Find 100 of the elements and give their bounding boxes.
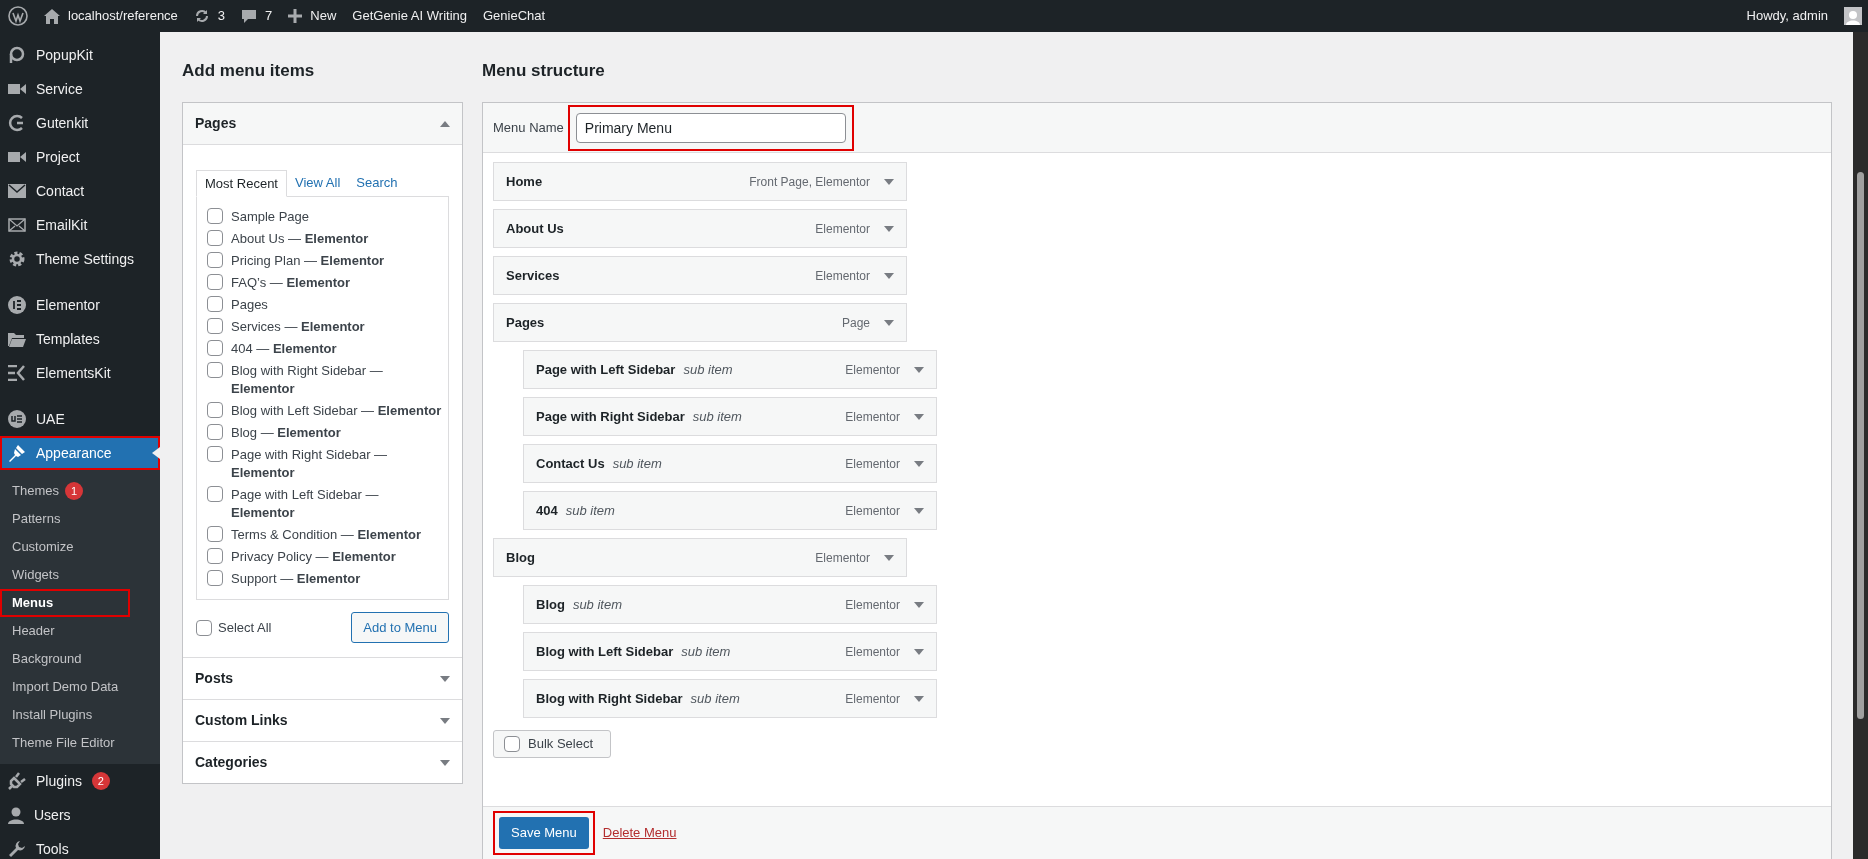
menu-item-title: Pages <box>506 313 545 332</box>
menu-item-bar[interactable]: Pages Page <box>493 303 907 342</box>
comments-count[interactable]: 7 <box>265 6 273 26</box>
site-link[interactable]: localhost/reference <box>68 6 178 26</box>
add-to-menu-button[interactable]: Add to Menu <box>351 612 449 643</box>
submenu-item[interactable]: Customize <box>0 533 130 561</box>
caret-icon[interactable] <box>884 225 894 232</box>
caret-icon[interactable] <box>914 366 924 373</box>
wordpress-logo-icon[interactable] <box>8 6 28 26</box>
submenu-item[interactable]: Themes 1 <box>0 477 130 505</box>
caret-icon[interactable] <box>440 675 450 682</box>
submenu-item[interactable]: Menus <box>0 589 130 617</box>
menu-item-bar[interactable]: Contact Us sub item Elementor <box>523 444 937 483</box>
menu-item-bar[interactable]: Blog with Right Sidebar sub item Elementor <box>523 679 937 718</box>
checkbox[interactable] <box>207 208 223 224</box>
sidebar-item[interactable]: Gutenkit <box>0 106 160 140</box>
tab[interactable]: Most Recent <box>196 170 287 197</box>
checkbox[interactable] <box>207 340 223 356</box>
menu-item-bar[interactable]: Blog sub item Elementor <box>523 585 937 624</box>
envelope-icon <box>8 184 26 198</box>
checkbox[interactable] <box>207 446 223 462</box>
accordion-header[interactable]: Pages <box>183 103 462 145</box>
sidebar-item[interactable]: Plugins 2 <box>0 764 160 798</box>
menu-item-type: Elementor <box>845 408 900 426</box>
caret-icon[interactable] <box>914 648 924 655</box>
sidebar-item[interactable]: EmailKit <box>0 208 160 242</box>
menu-item-bar[interactable]: Blog Elementor <box>493 538 907 577</box>
caret-icon[interactable] <box>884 178 894 185</box>
caret-icon[interactable] <box>440 120 450 127</box>
submenu-item[interactable]: Header <box>0 617 130 645</box>
checkbox[interactable] <box>207 570 223 586</box>
checkbox[interactable] <box>207 526 223 542</box>
sidebar-item[interactable]: ElementsKit <box>0 356 160 390</box>
menu-item-bar[interactable]: Services Elementor <box>493 256 907 295</box>
sidebar-item[interactable]: Theme Settings <box>0 242 160 276</box>
page-option-label: Pages <box>231 296 269 314</box>
checkbox[interactable] <box>207 548 223 564</box>
submenu-item[interactable]: Widgets <box>0 561 130 589</box>
caret-icon[interactable] <box>440 759 450 766</box>
caret-icon[interactable] <box>884 319 894 326</box>
menu-item-title: Blog <box>536 595 565 614</box>
bulk-select-control[interactable]: Bulk Select <box>493 730 611 758</box>
toolbar-link[interactable]: GetGenie AI Writing <box>352 6 467 26</box>
checkbox[interactable] <box>207 402 223 418</box>
menu-item-bar[interactable]: Blog with Left Sidebar sub item Elementor <box>523 632 937 671</box>
page-option-label: Page with Left Sidebar — Elementor <box>231 486 380 522</box>
save-menu-button[interactable]: Save Menu <box>499 817 589 849</box>
caret-icon[interactable] <box>914 601 924 608</box>
submenu-item[interactable]: Background <box>0 645 130 673</box>
caret-icon[interactable] <box>440 717 450 724</box>
updates-count[interactable]: 3 <box>217 6 226 26</box>
greeting-link[interactable]: Howdy, admin <box>1746 6 1828 26</box>
caret-icon[interactable] <box>914 507 924 514</box>
new-link[interactable]: New <box>310 6 337 26</box>
checkbox[interactable] <box>207 362 223 378</box>
submenu-item[interactable]: Import Demo Data <box>0 673 130 701</box>
tab[interactable]: View All <box>287 169 349 196</box>
sidebar-item[interactable]: Service <box>0 72 160 106</box>
checkbox[interactable] <box>504 736 520 752</box>
caret-icon[interactable] <box>884 554 894 561</box>
sidebar-item[interactable]: UAE <box>0 402 160 436</box>
tab[interactable]: Search <box>348 169 406 196</box>
sidebar-item[interactable]: PopupKit <box>0 38 160 72</box>
sidebar-item[interactable]: Elementor <box>0 288 160 322</box>
select-all-label[interactable]: Select All <box>218 617 272 638</box>
scrollbar[interactable] <box>1853 32 1868 859</box>
menu-item-bar[interactable]: 404 sub item Elementor <box>523 491 937 530</box>
menu-item-type: Elementor <box>845 690 900 708</box>
checkbox[interactable] <box>207 230 223 246</box>
checkbox[interactable] <box>196 619 212 636</box>
sidebar-item[interactable]: Contact <box>0 174 160 208</box>
caret-icon[interactable] <box>914 695 924 702</box>
sidebar-item[interactable]: Project <box>0 140 160 174</box>
caret-icon[interactable] <box>884 272 894 279</box>
sidebar-item[interactable]: Templates <box>0 322 160 356</box>
menu-item-title: Blog <box>506 548 535 567</box>
sidebar-item[interactable]: Tools <box>0 832 160 859</box>
hook-logo-icon <box>8 114 26 132</box>
caret-icon[interactable] <box>914 413 924 420</box>
submenu-item[interactable]: Install Plugins <box>0 701 130 729</box>
submenu-item[interactable]: Theme File Editor <box>0 729 130 757</box>
checkbox[interactable] <box>207 318 223 334</box>
checkbox[interactable] <box>207 274 223 290</box>
checkbox[interactable] <box>207 252 223 268</box>
menu-item-type: Elementor <box>815 220 870 238</box>
menu-item-bar[interactable]: About Us Elementor <box>493 209 907 248</box>
submenu-item[interactable]: Patterns <box>0 505 130 533</box>
checkbox[interactable] <box>207 424 223 440</box>
checkbox[interactable] <box>207 486 223 502</box>
menu-item-bar[interactable]: Home Front Page, Elementor <box>493 162 907 201</box>
menu-item-bar[interactable]: Page with Right Sidebar sub item Elementor <box>523 397 937 436</box>
caret-icon[interactable] <box>914 460 924 467</box>
menu-item-bar[interactable]: Page with Left Sidebar sub item Elementor <box>523 350 937 389</box>
delete-menu-link[interactable]: Delete Menu <box>602 823 677 843</box>
sidebar-item[interactable]: Users <box>0 798 160 832</box>
checkbox[interactable] <box>207 296 223 312</box>
menu-item-title: About Us <box>506 219 564 238</box>
menu-name-field[interactable]: Primary Menu <box>575 112 846 143</box>
toolbar-link[interactable]: GenieChat <box>483 6 546 26</box>
sidebar-item[interactable]: Appearance <box>0 436 160 470</box>
